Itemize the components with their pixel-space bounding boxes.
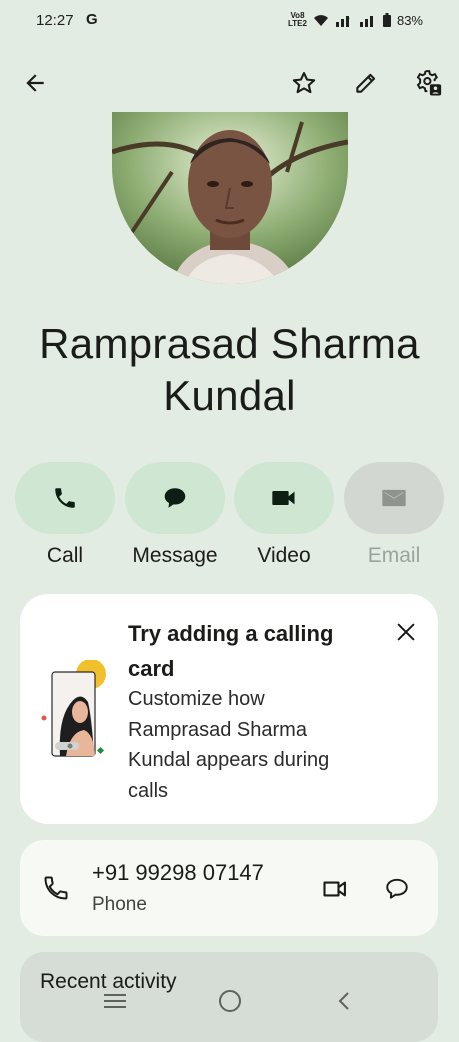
contact-settings-button[interactable] <box>411 66 445 100</box>
status-icons: Vo8 LTE2 . 83% <box>288 12 423 28</box>
contact-photo-image <box>112 112 348 284</box>
video-label: Video <box>257 544 311 567</box>
video-action[interactable]: Video <box>234 462 334 568</box>
wifi-icon <box>313 15 328 26</box>
battery-percent: 83% <box>396 12 423 28</box>
call-action[interactable]: Call <box>15 462 115 568</box>
contact-photo[interactable] <box>112 112 348 284</box>
edit-button[interactable] <box>349 66 383 100</box>
message-action[interactable]: Message <box>125 462 225 568</box>
back-button[interactable] <box>18 66 52 100</box>
svg-text:.: . <box>349 15 350 21</box>
star-icon <box>292 72 316 94</box>
home-button[interactable] <box>215 986 245 1016</box>
back-nav-button[interactable] <box>330 986 360 1016</box>
calling-card-promo[interactable]: Try adding a calling card Customize how … <box>20 594 438 824</box>
chat-outline-icon <box>386 878 408 899</box>
chat-icon <box>164 488 186 508</box>
signal-icon: . <box>335 15 350 27</box>
close-icon <box>397 623 415 641</box>
message-number-button[interactable] <box>380 872 414 906</box>
system-navigation-bar <box>0 980 459 1024</box>
volte-icon: Vo8 LTE2 <box>288 11 307 28</box>
video-call-number-button[interactable] <box>318 872 352 906</box>
arrow-back-icon <box>26 74 44 92</box>
email-label: Email <box>367 544 421 567</box>
video-button[interactable] <box>234 462 334 534</box>
status-time: 12:27 <box>36 12 74 29</box>
contact-name-line-1: Ramprasad Sharma <box>39 320 420 367</box>
recents-button[interactable] <box>100 986 130 1016</box>
phone-type: Phone <box>92 894 147 915</box>
menu-icon <box>104 994 126 1008</box>
settings-account-icon <box>416 70 442 96</box>
contact-name-line-2: Kundal <box>163 372 296 419</box>
videocam-icon <box>272 491 295 505</box>
phone-outline-icon <box>44 876 68 900</box>
phone-number-row[interactable]: +91 99298 07147 Phone <box>20 840 438 936</box>
calling-card-illustration <box>41 660 106 757</box>
phone-number: +91 99298 07147 <box>92 860 264 885</box>
chevron-left-icon <box>338 992 349 1010</box>
status-bar: 12:27 G Vo8 LTE2 . 83% <box>0 0 459 42</box>
battery-icon <box>382 13 391 27</box>
favorite-button[interactable] <box>287 66 321 100</box>
dismiss-calling-card-button[interactable] <box>392 618 420 646</box>
email-action: Email <box>344 462 444 568</box>
calling-card-description: Customize how Ramprasad Sharma Kundal ap… <box>128 688 330 802</box>
email-button <box>344 462 444 534</box>
message-button[interactable] <box>125 462 225 534</box>
call-button[interactable] <box>15 462 115 534</box>
mail-icon <box>382 489 406 507</box>
pencil-icon <box>356 73 376 93</box>
signal-icon-2 <box>359 16 373 27</box>
message-label: Message <box>132 544 218 567</box>
calling-card-title: Try adding a calling card <box>128 621 334 681</box>
phone-icon <box>55 488 75 508</box>
google-icon: G <box>86 11 98 28</box>
home-circle-icon <box>219 990 241 1012</box>
contact-name: Ramprasad Sharma Kundal <box>0 318 459 422</box>
videocam-outline-icon <box>323 881 346 897</box>
call-label: Call <box>46 544 84 567</box>
